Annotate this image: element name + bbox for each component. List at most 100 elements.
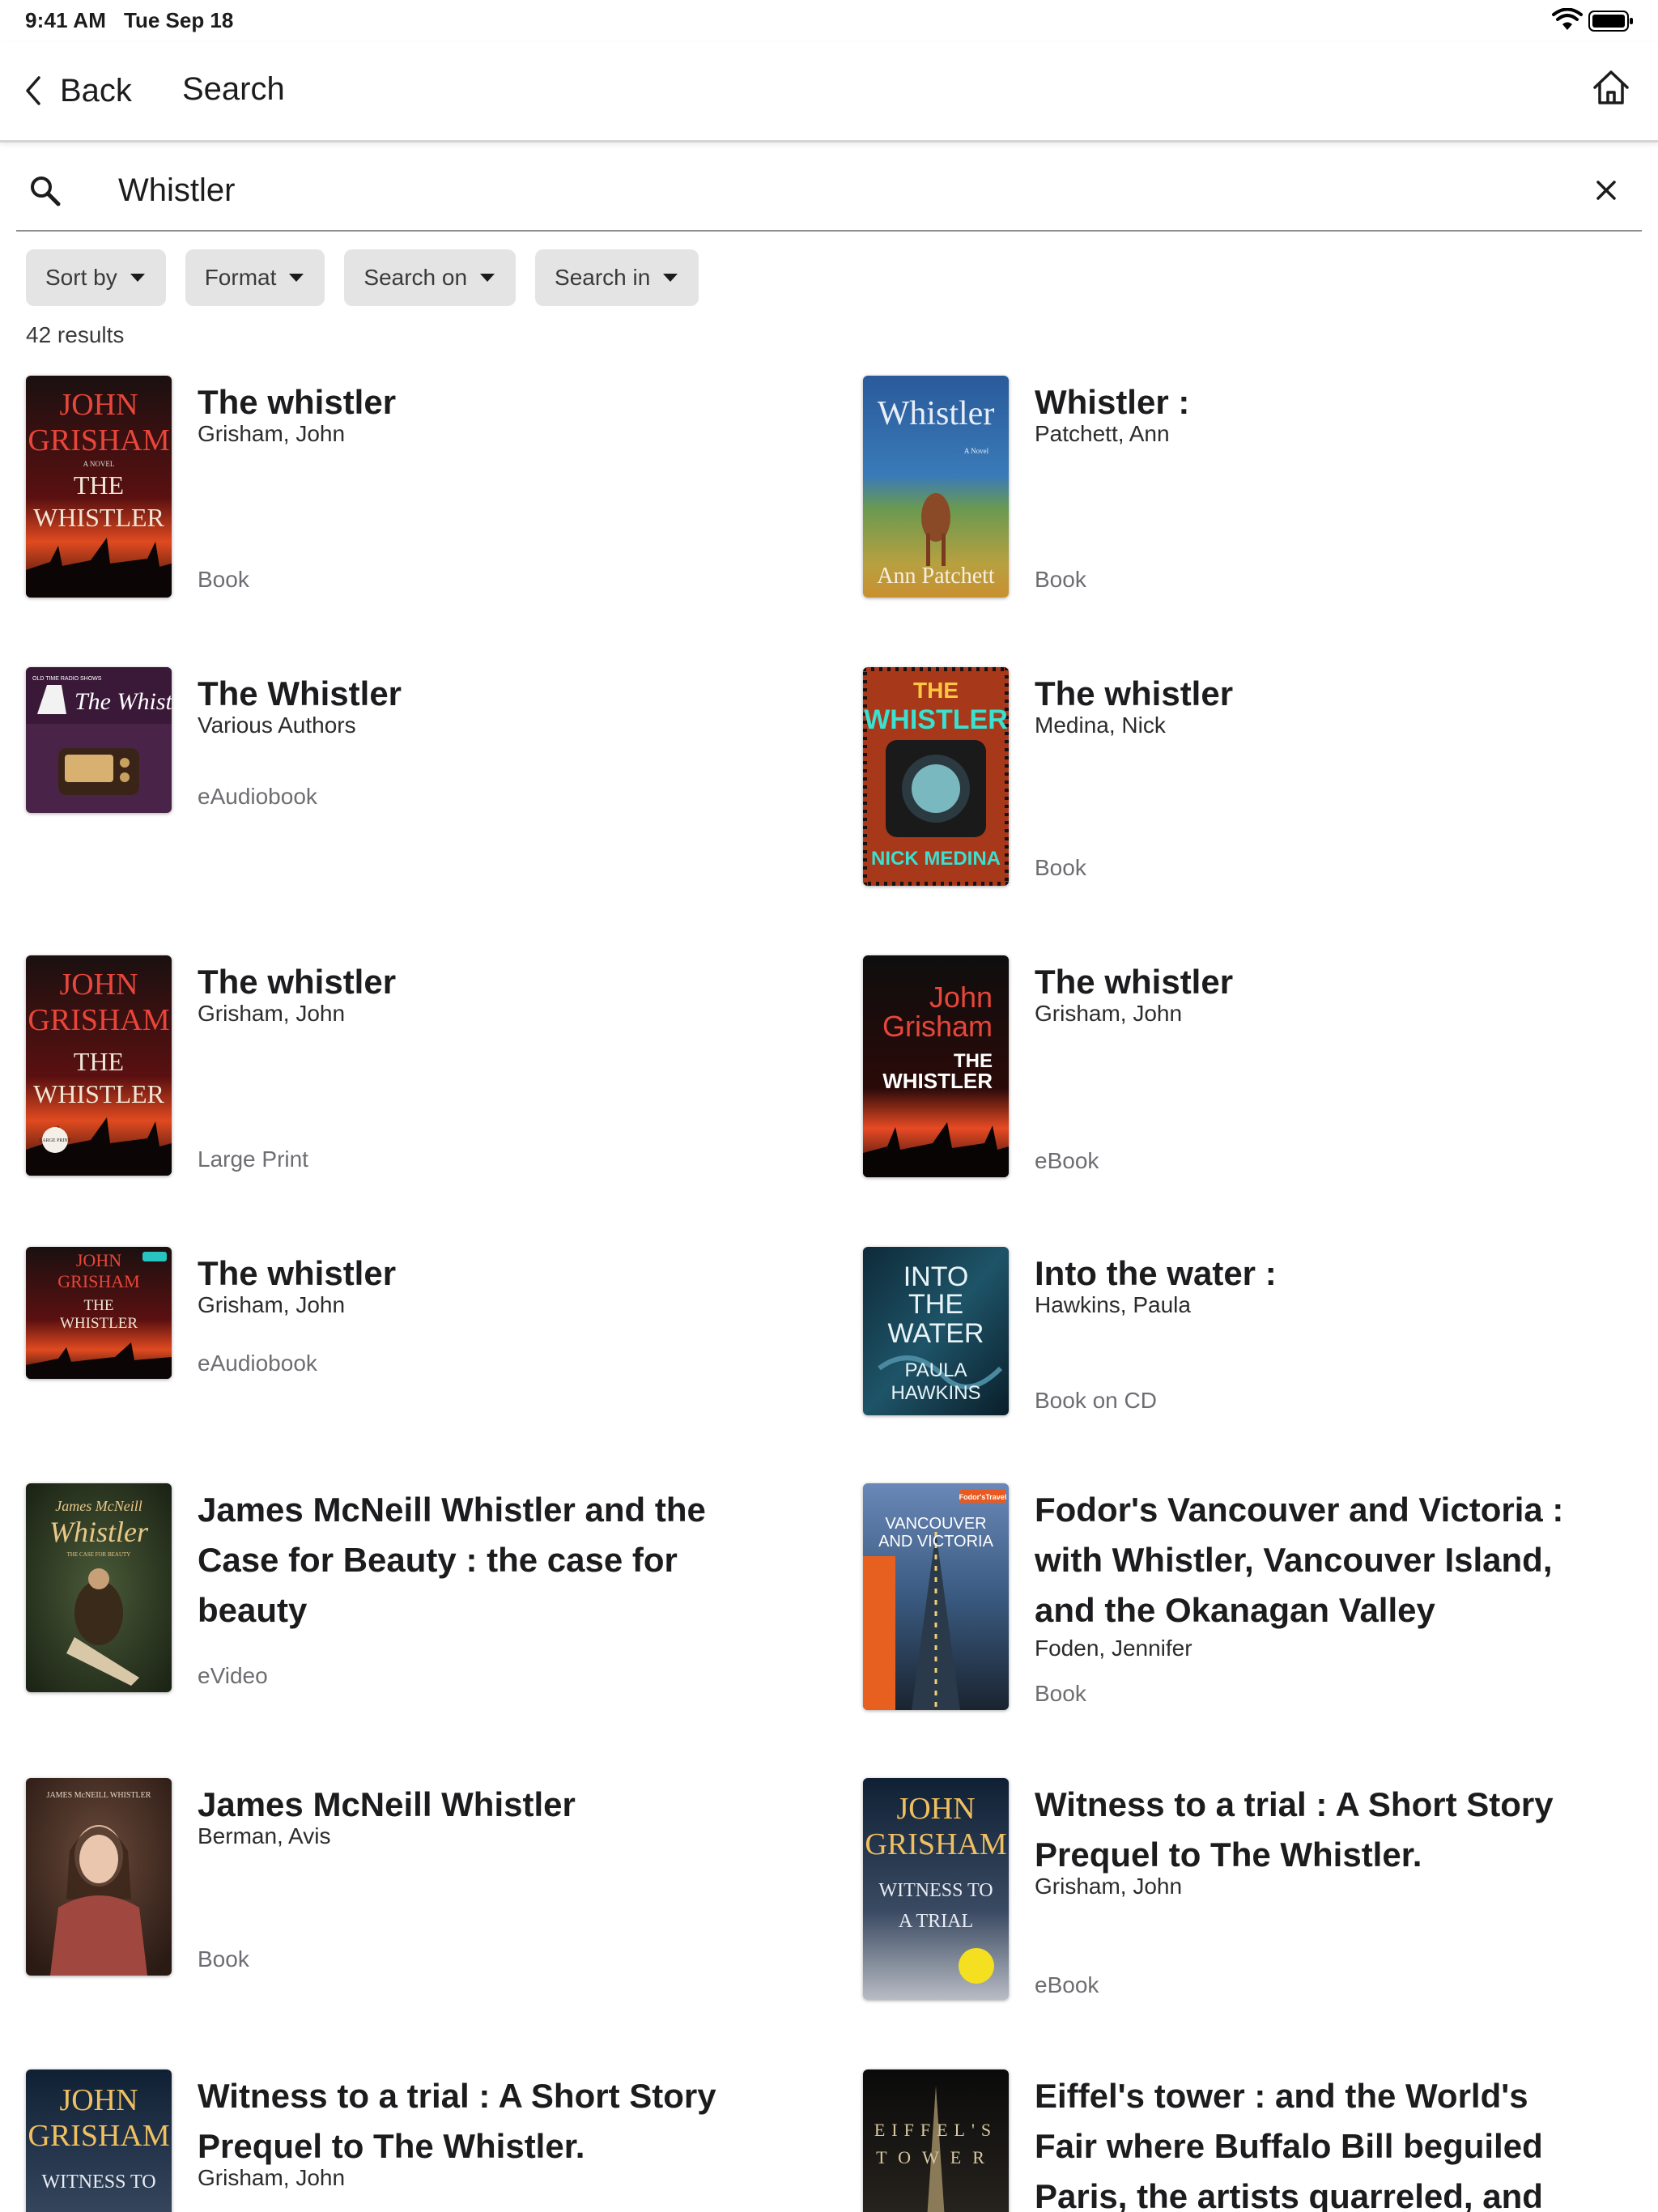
search-icon — [31, 177, 61, 206]
cover-text: GRISHAM — [865, 1827, 1006, 1861]
navigation-bar: Back Search — [0, 42, 1658, 143]
cover-text: PAULA — [905, 1359, 967, 1381]
result-author: Grisham, John — [198, 2165, 346, 2190]
cover-text: JOHN — [59, 968, 138, 1002]
result-author: Grisham, John — [1035, 1001, 1183, 1026]
result-item[interactable]: THE WHISTLER NICK MEDINA The whistler Me… — [863, 667, 1640, 894]
battery-icon — [1588, 11, 1633, 32]
search-bar — [16, 143, 1642, 232]
cover-text: OLD TIME RADIO SHOWS — [32, 676, 102, 682]
result-title: James McNeill Whistler and the Case for … — [198, 1491, 706, 1629]
result-item[interactable]: JOHN GRISHAM WITNESS TO Witness to a tri… — [26, 2069, 803, 2212]
cover-text: Fodor'sTravel — [959, 1493, 1007, 1501]
format-dropdown[interactable]: Format — [185, 249, 325, 306]
result-title: Into the water : — [1035, 1254, 1277, 1292]
result-item[interactable]: OLD TIME RADIO SHOWS The Whistler The Wh… — [26, 667, 803, 845]
search-on-dropdown[interactable]: Search on — [344, 249, 517, 306]
cover-text: THE — [74, 1047, 124, 1076]
page-title: Search — [182, 71, 285, 107]
result-author: Berman, Avis — [198, 1823, 331, 1848]
search-in-dropdown[interactable]: Search in — [535, 249, 699, 306]
filter-label: Sort by — [45, 265, 117, 290]
sort-by-dropdown[interactable]: Sort by — [26, 249, 166, 306]
result-item[interactable]: Fodor'sTravel VANCOUVER AND VICTORIA Fod… — [863, 1483, 1640, 1710]
result-item[interactable]: EIFFEL'S TOWER Eiffel's tower : and the … — [863, 2069, 1640, 2212]
cover-text: VANCOUVER — [885, 1515, 986, 1533]
cover-text: THE — [74, 470, 124, 500]
result-format: eBook — [1035, 1148, 1099, 1173]
cover-text: WHISTLER — [33, 503, 164, 532]
cover-text: JAMES McNEILL WHISTLER — [47, 1791, 151, 1800]
result-format: Book on CD — [1035, 1388, 1157, 1413]
result-item[interactable]: INTO THE WATER PAULA HAWKINS Into the wa… — [863, 1247, 1640, 1425]
cover-text: Grisham — [882, 1010, 993, 1043]
cover-text: INTO — [903, 1261, 969, 1292]
cover-text: THE — [84, 1297, 114, 1314]
result-item[interactable]: JAMES McNEILL WHISTLER James McNeill Whi… — [26, 1778, 803, 2005]
result-title: The whistler — [1035, 963, 1234, 1001]
result-author: Foden, Jennifer — [1035, 1636, 1192, 1661]
cover-text: JOHN — [59, 388, 138, 422]
result-item[interactable]: JOHN GRISHAM THE WHISTLER The whistler G… — [26, 1247, 803, 1425]
status-date: Tue Sep 18 — [124, 8, 234, 32]
filter-label: Format — [204, 265, 277, 290]
cover-text: A NOVEL — [83, 460, 115, 468]
search-input[interactable] — [118, 165, 1494, 215]
cover-text: AND VICTORIA — [878, 1533, 994, 1551]
result-format: Book — [1035, 855, 1086, 880]
book-cover: John Grisham THE WHISTLER — [863, 955, 1009, 1177]
book-cover: JOHN GRISHAM A NOVEL THE WHISTLER — [26, 376, 172, 598]
result-title: The whistler — [198, 963, 397, 1001]
caret-down-icon — [663, 274, 678, 282]
cover-text: NICK MEDINA — [871, 848, 1001, 870]
cover-text: Whistler — [49, 1516, 149, 1548]
book-cover: OLD TIME RADIO SHOWS The Whistler — [26, 667, 172, 813]
result-item[interactable]: JOHN GRISHAM THE WHISTLER LARGE PRINT Th… — [26, 955, 803, 1182]
back-button[interactable]: Back — [23, 66, 132, 115]
clear-search-icon[interactable] — [1595, 179, 1618, 202]
result-item[interactable]: James McNeill Whistler THE CASE FOR BEAU… — [26, 1483, 803, 1710]
cover-text: WHISTLER — [882, 1069, 993, 1093]
back-chevron-icon — [26, 76, 40, 105]
caret-down-icon — [289, 274, 304, 282]
result-author: Grisham, John — [198, 421, 346, 446]
result-item[interactable]: JOHN GRISHAM A NOVEL THE WHISTLER The wh… — [26, 376, 803, 602]
result-format: Book — [198, 567, 249, 592]
cover-text: A TRIAL — [899, 1911, 973, 1932]
result-title: The whistler — [198, 1254, 397, 1292]
result-item[interactable]: Whistler A Novel Ann Patchett Whistler :… — [863, 376, 1640, 602]
cover-text: GRISHAM — [28, 2119, 169, 2153]
result-title: The Whistler — [198, 674, 402, 713]
result-title: Eiffel's tower : and the World's Fair wh… — [1035, 2077, 1543, 2212]
cover-text: GRISHAM — [28, 1003, 169, 1037]
book-cover: Fodor'sTravel VANCOUVER AND VICTORIA — [863, 1483, 1009, 1710]
status-bar: 9:41 AM Tue Sep 18 — [0, 0, 1658, 42]
result-item[interactable]: John Grisham THE WHISTLER The whistler G… — [863, 955, 1640, 1182]
back-label: Back — [60, 72, 132, 108]
cover-text: THE — [908, 1289, 963, 1320]
cover-text: WITNESS TO — [41, 2172, 155, 2193]
book-cover: THE WHISTLER NICK MEDINA — [863, 667, 1009, 886]
wifi-icon — [1552, 8, 1583, 30]
cover-text: THE CASE FOR BEAUTY — [67, 1551, 131, 1558]
result-author: Medina, Nick — [1035, 713, 1166, 738]
book-cover: JOHN GRISHAM WITNESS TO — [26, 2069, 172, 2212]
result-format: eVideo — [198, 1663, 268, 1688]
book-cover: JAMES McNEILL WHISTLER — [26, 1778, 172, 1976]
cover-text: WATER — [888, 1318, 984, 1349]
result-format: Book — [1035, 1681, 1086, 1706]
result-format: Book — [198, 1946, 249, 1972]
cover-text: The Whistler — [74, 688, 172, 715]
result-item[interactable]: JOHN GRISHAM WITNESS TO A TRIAL Witness … — [863, 1778, 1640, 2005]
result-title: Whistler : — [1035, 383, 1190, 421]
cover-text: JOHN — [896, 1792, 975, 1826]
result-format: Book — [1035, 567, 1086, 592]
cover-text: JOHN — [76, 1250, 121, 1270]
result-title: The whistler — [198, 383, 397, 421]
book-cover: EIFFEL'S TOWER — [863, 2069, 1009, 2212]
result-title: The whistler — [1035, 674, 1234, 713]
result-count: 42 results — [26, 322, 125, 347]
home-icon[interactable] — [1592, 68, 1630, 107]
result-author: Various Authors — [198, 713, 356, 738]
result-format: eAudiobook — [198, 1351, 317, 1376]
